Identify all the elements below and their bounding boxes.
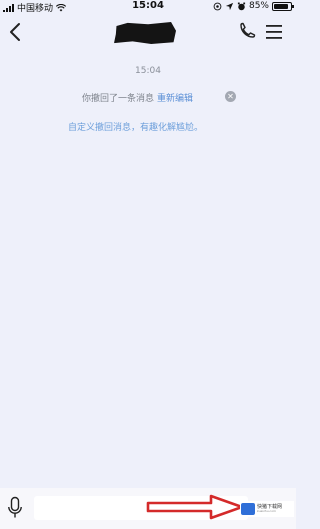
microphone-icon[interactable] (7, 496, 23, 520)
custom-recall-tip[interactable]: 自定义撤回消息，有趣化解尴尬。 (68, 120, 203, 133)
recall-notice: 你撤回了一条消息 重新编辑 (82, 91, 193, 104)
watermark-sub: kuaizhu.com (257, 509, 276, 513)
location-icon (213, 2, 222, 10)
battery-icon (272, 1, 294, 11)
watermark-logo: 快猪下载网 kuaizhu.com (240, 501, 294, 517)
status-bar: 中国移动 15:04 85% (0, 0, 296, 14)
contact-name-redacted (114, 22, 176, 44)
reedit-link[interactable]: 重新编辑 (157, 94, 193, 104)
hamburger-menu-icon[interactable] (263, 22, 285, 42)
chat-header (0, 14, 296, 50)
message-timestamp: 15:04 (135, 66, 161, 76)
watermark-icon (241, 503, 255, 515)
alarm-icon (237, 2, 246, 10)
chevron-left-icon[interactable] (6, 21, 26, 43)
battery-percent: 85% (248, 1, 269, 11)
close-icon[interactable]: ✕ (225, 91, 236, 102)
phone-icon[interactable] (237, 21, 257, 43)
recall-notice-text: 你撤回了一条消息 (82, 94, 155, 104)
red-arrow-annotation (146, 494, 244, 520)
status-right: 85% (213, 1, 294, 11)
navigation-arrow-icon (225, 2, 234, 10)
